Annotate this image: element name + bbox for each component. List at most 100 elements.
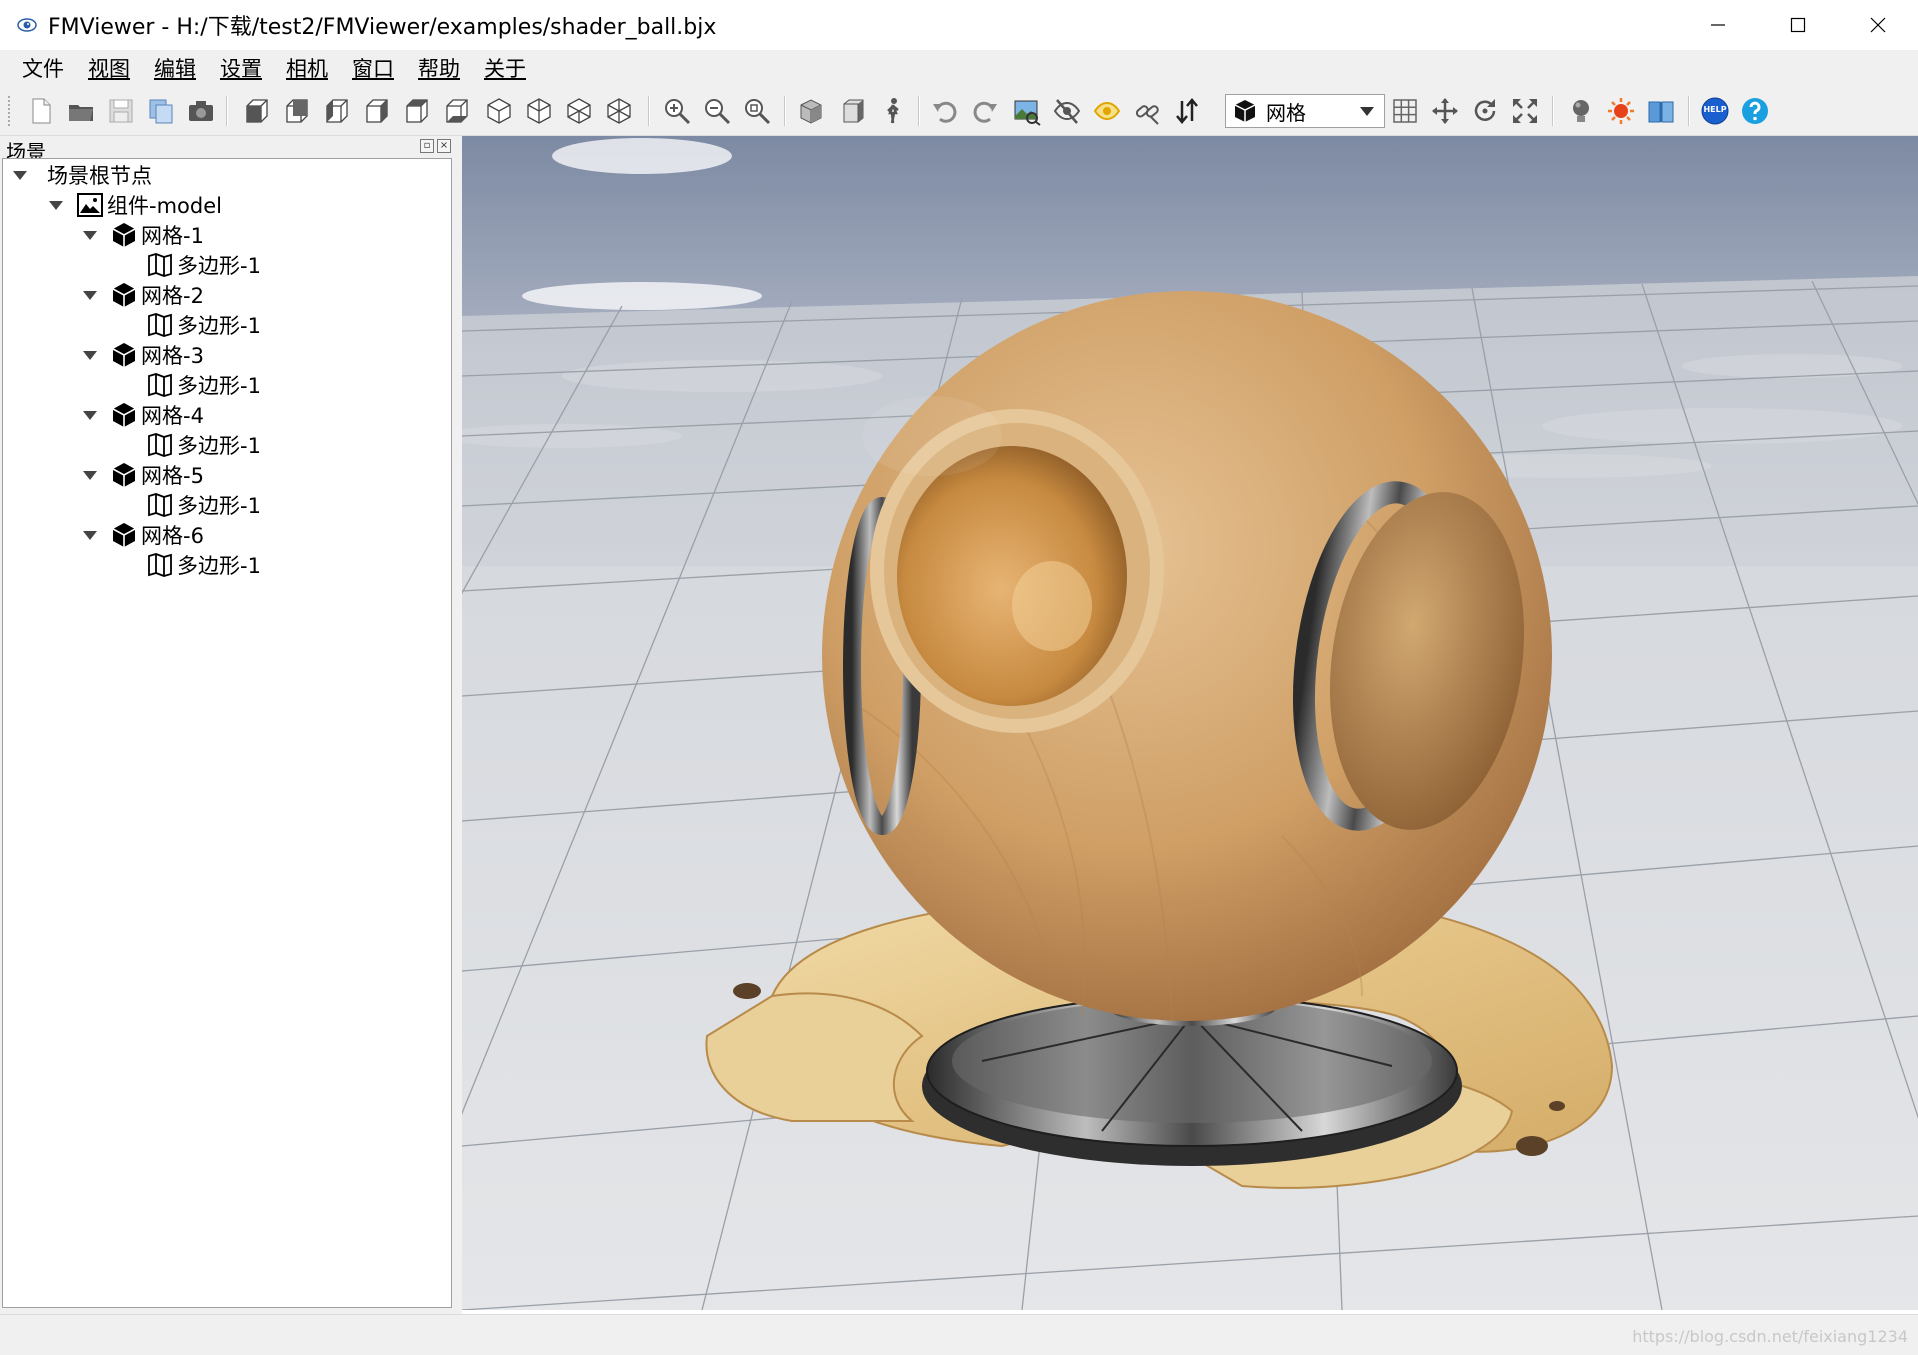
wood-knot bbox=[733, 983, 761, 999]
tree-node-mesh[interactable]: 网格-6 bbox=[83, 520, 204, 550]
tree-node-label: 多边形-1 bbox=[177, 494, 261, 518]
expand-caret-icon[interactable] bbox=[83, 470, 97, 480]
tree-node-polygon[interactable]: 多边形-1 bbox=[147, 550, 261, 580]
tree-node-label: 场景根节点 bbox=[47, 164, 152, 188]
tree-node-mesh[interactable]: 网格-3 bbox=[83, 340, 204, 370]
expand-caret-icon[interactable] bbox=[83, 350, 97, 360]
close-button[interactable] bbox=[1838, 0, 1918, 50]
walk-person-icon bbox=[887, 98, 899, 124]
map-icon bbox=[147, 372, 173, 398]
view-bottom-button[interactable] bbox=[440, 94, 474, 128]
screenshot-button[interactable] bbox=[184, 94, 218, 128]
help-badge-button[interactable]: HELP bbox=[1698, 94, 1732, 128]
light-button[interactable] bbox=[1564, 94, 1598, 128]
view-iso-3-button[interactable] bbox=[562, 94, 596, 128]
expand-caret-icon[interactable] bbox=[13, 170, 27, 180]
expand-caret-icon[interactable] bbox=[83, 290, 97, 300]
grid-button[interactable] bbox=[1388, 94, 1422, 128]
menu-window[interactable]: 窗口 bbox=[350, 51, 396, 85]
map-icon bbox=[147, 432, 173, 458]
new-file-button[interactable] bbox=[24, 94, 58, 128]
zoom-in-button[interactable] bbox=[660, 94, 694, 128]
hide-button[interactable] bbox=[1050, 94, 1084, 128]
view-back-button[interactable] bbox=[280, 94, 314, 128]
tree-node-polygon[interactable]: 多边形-1 bbox=[147, 310, 261, 340]
minimize-button[interactable] bbox=[1678, 0, 1758, 50]
rendered-scene[interactable] bbox=[462, 136, 1918, 1310]
view-left-icon bbox=[326, 99, 348, 123]
redo-button[interactable] bbox=[968, 94, 1002, 128]
view-right-button[interactable] bbox=[360, 94, 394, 128]
title-bar: FMViewer - H:/下载/test2/FMViewer/examples… bbox=[0, 0, 1918, 50]
copy-button[interactable] bbox=[144, 94, 178, 128]
panel-float-button[interactable]: ▫ bbox=[420, 139, 434, 153]
grid-icon bbox=[1393, 99, 1417, 123]
tree-node-mesh[interactable]: 网格-5 bbox=[83, 460, 204, 490]
render-image-button[interactable] bbox=[1010, 94, 1044, 128]
expand-caret-icon[interactable] bbox=[83, 230, 97, 240]
expand-caret-icon[interactable] bbox=[83, 410, 97, 420]
app-eye-icon bbox=[17, 18, 37, 32]
undo-button[interactable] bbox=[928, 94, 962, 128]
scene-tree[interactable]: 场景根节点 组件-model 网格-1 多边形-1 网格-2 多边形-1 网格-… bbox=[2, 158, 452, 1308]
axis-switch-button[interactable] bbox=[1170, 94, 1204, 128]
save-button[interactable] bbox=[104, 94, 138, 128]
view-front-button[interactable] bbox=[240, 94, 274, 128]
zoom-out-button[interactable] bbox=[700, 94, 734, 128]
shaded-box-button[interactable] bbox=[836, 94, 870, 128]
menu-view[interactable]: 视图 bbox=[86, 51, 132, 85]
menu-about[interactable]: 关于 bbox=[482, 51, 528, 85]
maximize-icon bbox=[1790, 17, 1806, 33]
tree-node-mesh[interactable]: 网格-4 bbox=[83, 400, 204, 430]
solid-box-button[interactable] bbox=[794, 94, 828, 128]
library-button[interactable] bbox=[1644, 94, 1678, 128]
tree-node-component[interactable]: 组件-model bbox=[49, 190, 222, 220]
pan-button[interactable] bbox=[1428, 94, 1462, 128]
camera-icon bbox=[189, 101, 213, 121]
open-button[interactable] bbox=[64, 94, 98, 128]
rotate-button[interactable] bbox=[1468, 94, 1502, 128]
tree-node-root[interactable]: 场景根节点 bbox=[13, 160, 152, 190]
tree-node-polygon[interactable]: 多边形-1 bbox=[147, 250, 261, 280]
walk-button[interactable] bbox=[876, 94, 910, 128]
expand-caret-icon[interactable] bbox=[83, 530, 97, 540]
tree-node-label: 网格-4 bbox=[141, 404, 204, 428]
render-mode-select[interactable]: 网格 bbox=[1225, 94, 1385, 128]
zoom-fit-button[interactable] bbox=[740, 94, 774, 128]
maximize-button[interactable] bbox=[1758, 0, 1838, 50]
view-top-button[interactable] bbox=[400, 94, 434, 128]
minimize-icon bbox=[1711, 24, 1725, 26]
sun-button[interactable] bbox=[1604, 94, 1638, 128]
tree-node-polygon[interactable]: 多边形-1 bbox=[147, 370, 261, 400]
toolbar: 网格 HELP bbox=[0, 86, 1918, 136]
toolbar-grip[interactable] bbox=[8, 96, 12, 126]
view-iso-1-button[interactable] bbox=[482, 94, 516, 128]
panel-close-button[interactable]: × bbox=[437, 139, 451, 153]
eye-visible-icon bbox=[1093, 101, 1121, 121]
unlink-button[interactable] bbox=[1130, 94, 1164, 128]
view-iso-2-button[interactable] bbox=[522, 94, 556, 128]
map-icon bbox=[147, 252, 173, 278]
view-iso-4-button[interactable] bbox=[602, 94, 636, 128]
close-icon bbox=[1870, 17, 1886, 33]
show-button[interactable] bbox=[1090, 94, 1124, 128]
fit-all-button[interactable] bbox=[1508, 94, 1542, 128]
expand-caret-icon[interactable] bbox=[49, 200, 63, 210]
tree-node-mesh[interactable]: 网格-1 bbox=[83, 220, 204, 250]
tree-node-polygon[interactable]: 多边形-1 bbox=[147, 430, 261, 460]
menu-help[interactable]: 帮助 bbox=[416, 51, 462, 85]
tree-node-label: 组件-model bbox=[107, 194, 222, 218]
sphere-specular bbox=[862, 396, 1002, 476]
view-left-button[interactable] bbox=[320, 94, 354, 128]
help-button[interactable] bbox=[1738, 94, 1772, 128]
menu-settings[interactable]: 设置 bbox=[218, 51, 264, 85]
eye-hidden-icon bbox=[1053, 99, 1081, 124]
menu-edit[interactable]: 编辑 bbox=[152, 51, 198, 85]
menu-file[interactable]: 文件 bbox=[20, 51, 66, 85]
tree-node-polygon[interactable]: 多边形-1 bbox=[147, 490, 261, 520]
toolbar-separator bbox=[226, 96, 228, 126]
3d-viewport[interactable] bbox=[462, 136, 1918, 1310]
menu-camera[interactable]: 相机 bbox=[284, 51, 330, 85]
solid-box-icon bbox=[800, 99, 822, 124]
tree-node-mesh[interactable]: 网格-2 bbox=[83, 280, 204, 310]
